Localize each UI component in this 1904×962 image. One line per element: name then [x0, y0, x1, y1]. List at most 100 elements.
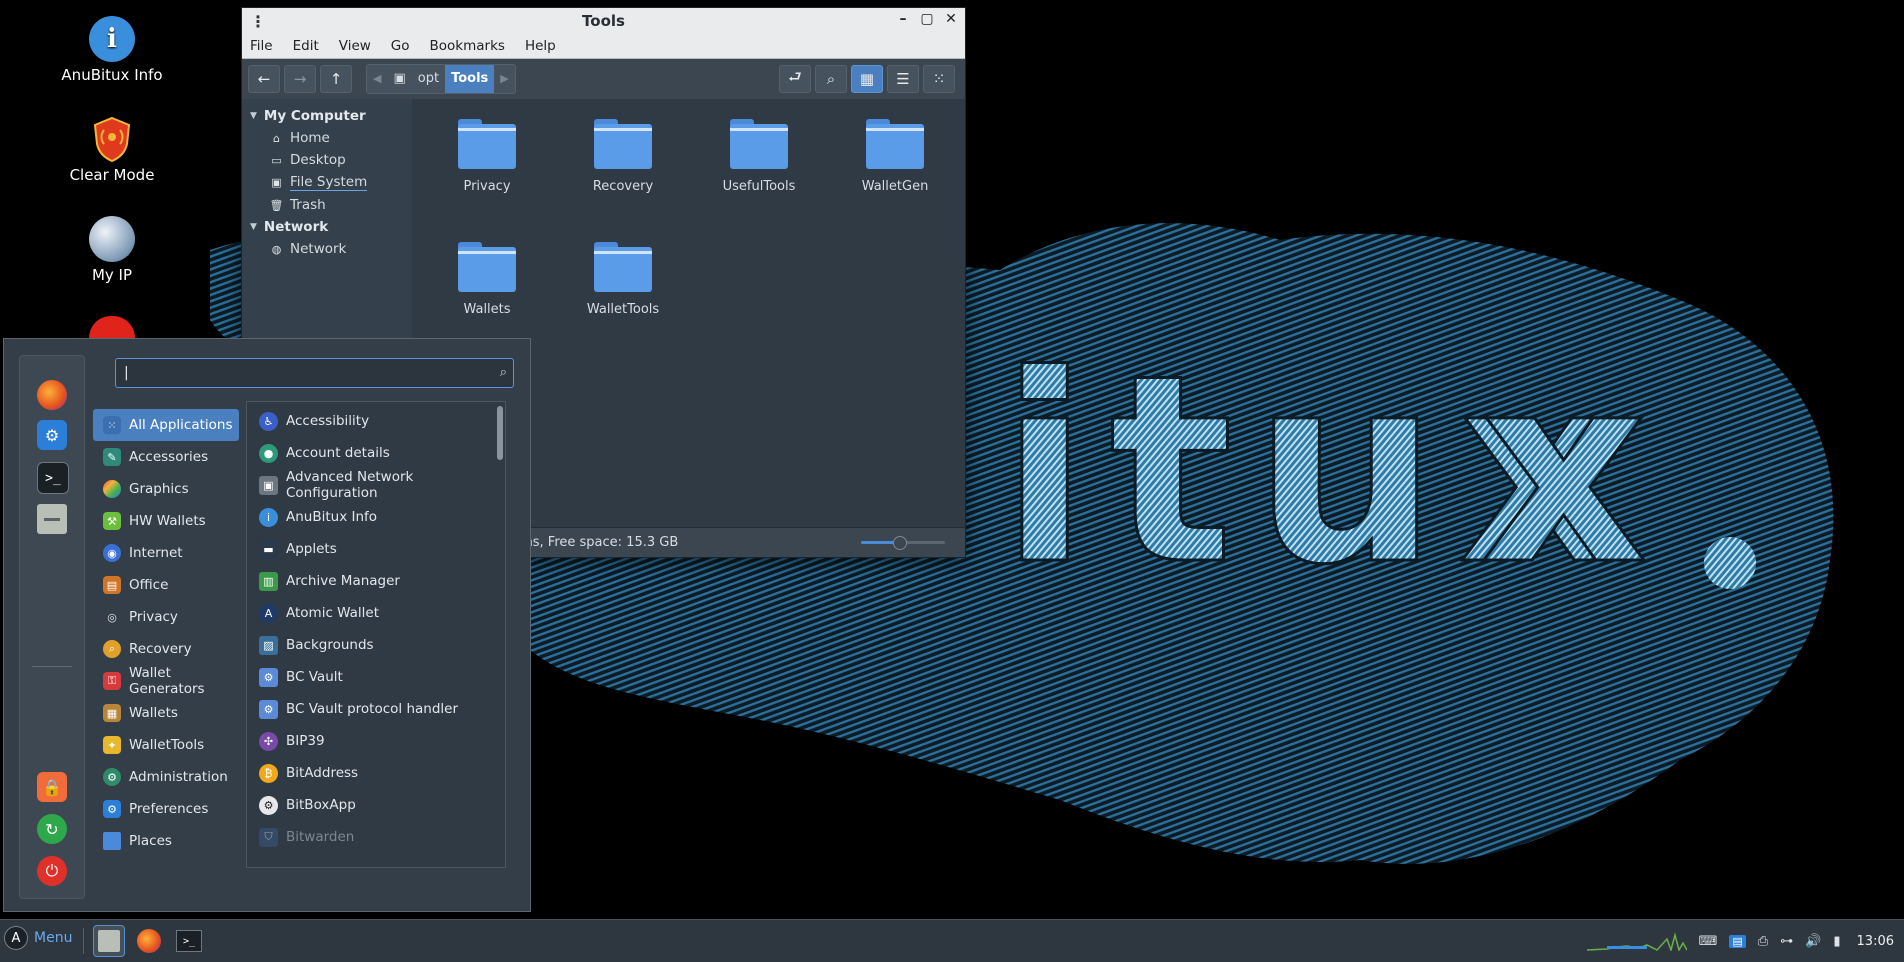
expand-triangle-icon[interactable]: ▼ [250, 111, 257, 121]
folder-item[interactable]: UsefulTools [704, 119, 814, 194]
app-item-account-details[interactable]: ● Account details [247, 437, 505, 469]
taskbar-terminal[interactable]: >_ [173, 925, 205, 957]
app-item-bitboxapp[interactable]: ⚙ BitBoxApp [247, 789, 505, 821]
category-wallet-generators[interactable]: ⚿ Wallet Generators [93, 665, 239, 697]
settings-icon[interactable]: ⚙ [37, 420, 67, 450]
menu-bookmarks[interactable]: Bookmarks [430, 38, 505, 54]
expand-triangle-icon[interactable]: ▼ [250, 222, 257, 232]
app-item-bc-vault-protocol-handler[interactable]: ⚙ BC Vault protocol handler [247, 693, 505, 725]
zoom-slider[interactable] [861, 536, 945, 550]
menu-edit[interactable]: Edit [293, 38, 319, 54]
zoom-slider-knob[interactable] [892, 536, 907, 550]
breadcrumb-current[interactable]: Tools [445, 65, 495, 93]
menu-view[interactable]: View [339, 38, 371, 54]
category-privacy[interactable]: ◎ Privacy [93, 601, 239, 633]
folder-item[interactable]: Privacy [432, 119, 542, 194]
app-item-atomic-wallet[interactable]: A Atomic Wallet [247, 597, 505, 629]
folder-item[interactable]: WalletTools [568, 242, 678, 317]
sidebar-item-network[interactable]: ◍ Network [242, 238, 412, 260]
preferences-icon: ⚙ [103, 800, 121, 818]
taskbar-firefox[interactable] [133, 925, 165, 957]
breadcrumb-left-arrow[interactable]: ◀ [367, 65, 387, 93]
list-view-button[interactable]: ☰ [887, 65, 919, 93]
printer-icon[interactable]: ⎙ [1758, 934, 1768, 949]
network-icon[interactable]: ⊶ [1780, 934, 1793, 949]
clock[interactable]: 13:06 [1857, 934, 1894, 949]
app-item-advanced-network-configuration[interactable]: ▣ Advanced Network Configuration [247, 469, 505, 501]
power-icon[interactable]: ⏻ [37, 856, 67, 886]
lock-icon[interactable]: 🔒 [37, 772, 67, 802]
keyboard-icon[interactable]: ⌨ [1699, 934, 1718, 949]
category-places[interactable]: Places [93, 825, 239, 857]
category-wallets[interactable]: ▦ Wallets [93, 697, 239, 729]
taskbar-file-manager[interactable] [93, 925, 125, 957]
category-office[interactable]: ▤ Office [93, 569, 239, 601]
sidebar-item-label: Desktop [290, 152, 346, 168]
folder-item[interactable]: Wallets [432, 242, 542, 317]
category-preferences[interactable]: ⚙ Preferences [93, 793, 239, 825]
category-hw-wallets[interactable]: ⚒ HW Wallets [93, 505, 239, 537]
close-button[interactable]: ✕ [943, 11, 959, 27]
maximize-button[interactable]: ▢ [919, 11, 935, 27]
administration-icon: ⚙ [103, 768, 121, 786]
menu-button[interactable]: A Menu [4, 926, 72, 950]
breadcrumb-right-arrow[interactable]: ▶ [494, 65, 514, 93]
drive-icon[interactable]: ▣ [387, 65, 411, 93]
sidebar-section-network[interactable]: ▼ Network [242, 216, 412, 238]
category-graphics[interactable]: Graphics [93, 473, 239, 505]
desktop-icon-anubitux-info[interactable]: i AnuBitux Info [42, 16, 182, 84]
app-item-backgrounds[interactable]: ▨ Backgrounds [247, 629, 505, 661]
category-administration[interactable]: ⚙ Administration [93, 761, 239, 793]
search-input[interactable]: | ⌕ [115, 358, 514, 388]
folder-item[interactable]: WalletGen [840, 119, 950, 194]
breadcrumb-parent[interactable]: opt [412, 65, 445, 93]
file-manager-icon[interactable] [37, 504, 67, 534]
search-button[interactable]: ⌕ [815, 65, 847, 93]
app-item-archive-manager[interactable]: ▥ Archive Manager [247, 565, 505, 597]
app-item-bip39[interactable]: ✣ BIP39 [247, 725, 505, 757]
app-item-bitaddress[interactable]: ₿ BitAddress [247, 757, 505, 789]
category-internet[interactable]: ◉ Internet [93, 537, 239, 569]
app-list-scrollbar[interactable] [497, 406, 503, 460]
window-titlebar[interactable]: ⋮ Tools – ▢ ✕ [242, 8, 965, 34]
app-item-bitwarden[interactable]: ⛉ Bitwarden [247, 821, 505, 853]
system-tray: ⌨ ▤ ⎙ ⊶ 🔊 ▮ 13:06 [1586, 920, 1894, 962]
volume-icon[interactable]: 🔊 [1805, 934, 1821, 949]
battery-icon[interactable]: ▮ [1833, 934, 1840, 949]
application-list[interactable]: ♿ Accessibility ● Account details ▣ Advance… [246, 401, 506, 868]
folder-item[interactable]: Recovery [568, 119, 678, 194]
icon-view-button[interactable]: ▦ [851, 65, 883, 93]
category-accessories[interactable]: ✎ Accessories [93, 441, 239, 473]
up-button[interactable]: ↑ [320, 65, 352, 93]
sidebar-item-trash[interactable]: 🗑 Trash [242, 194, 412, 216]
sidebar-section-my-computer[interactable]: ▼ My Computer [242, 105, 412, 127]
window-menu-icon[interactable]: ⋮ [250, 12, 266, 31]
sidebar-item-desktop[interactable]: ▭ Desktop [242, 149, 412, 171]
taskbar-separator [83, 928, 84, 954]
compact-view-button[interactable]: ⁙ [923, 65, 955, 93]
app-item-anubitux-info[interactable]: i AnuBitux Info [247, 501, 505, 533]
app-item-bc-vault[interactable]: ⚙ BC Vault [247, 661, 505, 693]
menu-help[interactable]: Help [525, 38, 556, 54]
menu-button-label: Menu [34, 930, 73, 946]
forward-button[interactable]: → [284, 65, 316, 93]
menu-file[interactable]: File [250, 38, 273, 54]
terminal-icon[interactable]: >_ [37, 462, 69, 494]
desktop-icon-my-ip[interactable]: My IP [42, 216, 182, 284]
taskbar: A Menu >_ ⌨ ▤ ⎙ ⊶ 🔊 ▮ 13:06 [0, 919, 1904, 962]
minimize-button[interactable]: – [895, 11, 911, 27]
desktop-icon-clear-mode[interactable]: Clear Mode [42, 116, 182, 184]
keyboard-layout-icon[interactable]: ▤ [1729, 934, 1746, 948]
back-button[interactable]: ← [248, 65, 280, 93]
sidebar-item-file-system[interactable]: ▣ File System [242, 171, 412, 194]
sidebar-item-home[interactable]: ⌂ Home [242, 127, 412, 149]
menu-go[interactable]: Go [391, 38, 410, 54]
toggle-location-button[interactable]: ⮐ [779, 65, 811, 93]
app-item-accessibility[interactable]: ♿ Accessibility [247, 405, 505, 437]
logout-icon[interactable]: ↻ [37, 814, 67, 844]
category-wallettools[interactable]: ✦ WalletTools [93, 729, 239, 761]
app-item-applets[interactable]: ▬ Applets [247, 533, 505, 565]
category-all-applications[interactable]: ⁙ All Applications [93, 409, 239, 441]
firefox-icon[interactable] [37, 380, 67, 410]
category-recovery[interactable]: ⌕ Recovery [93, 633, 239, 665]
